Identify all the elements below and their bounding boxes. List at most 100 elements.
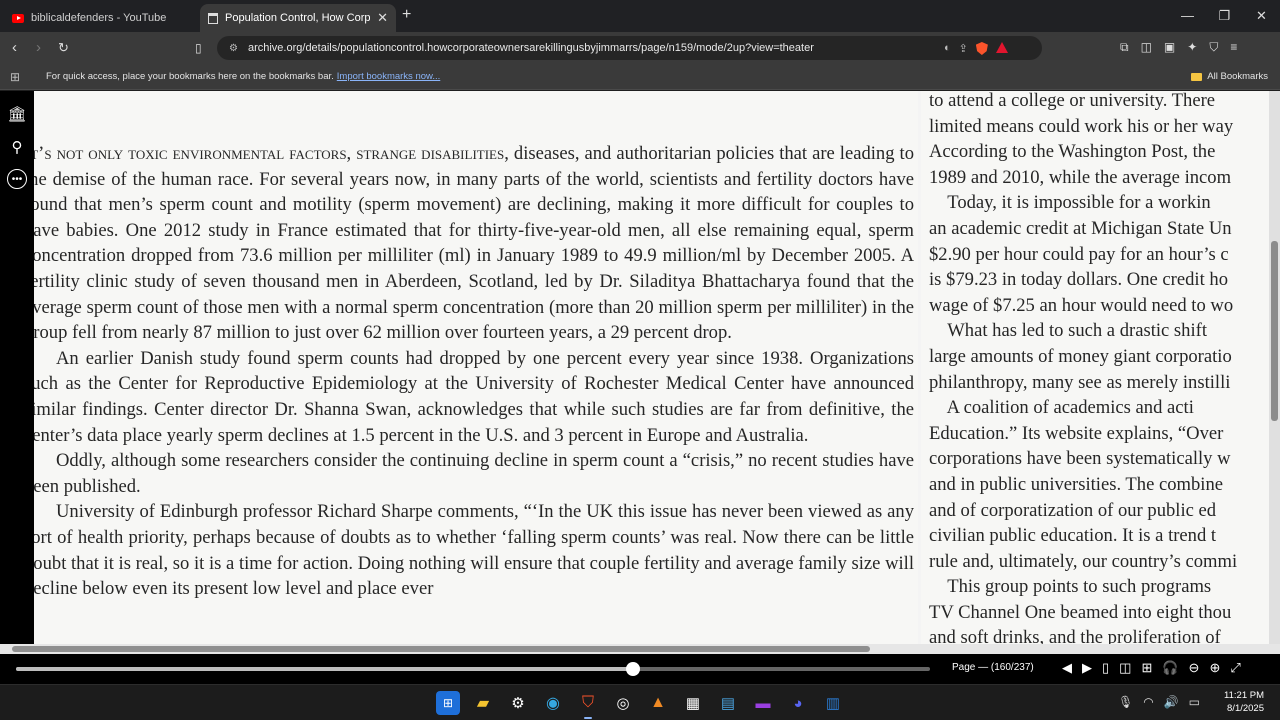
- import-bookmarks-link[interactable]: Import bookmarks now...: [337, 71, 440, 82]
- vpn-icon[interactable]: ⛉: [1209, 40, 1218, 55]
- steam-icon[interactable]: ⚙: [506, 691, 530, 715]
- paragraph: It’s not only toxic environmental factor…: [34, 141, 914, 346]
- forward-icon[interactable]: ›: [36, 38, 41, 58]
- previous-page-icon[interactable]: ◀: [1062, 660, 1072, 676]
- vertical-scrollbar[interactable]: [1269, 91, 1280, 644]
- paragraph: Oddly, although some researchers conside…: [34, 450, 914, 497]
- right-page-line: and in public universities. The combine: [929, 473, 1223, 495]
- right-page-line: This group points to such programs: [929, 576, 1212, 598]
- tab-archive-book[interactable]: Population Control, How Corpor ✕: [200, 4, 396, 32]
- clock[interactable]: 11:21 PM 8/1/2025: [1224, 689, 1264, 715]
- all-bookmarks-label: All Bookmarks: [1207, 71, 1268, 82]
- right-page-line: philanthropy, many see as merely instill…: [929, 371, 1231, 393]
- clock-date: 8/1/2025: [1227, 703, 1264, 714]
- close-tab-icon[interactable]: ✕: [377, 10, 388, 26]
- paragraph: University of Edinburgh professor Richar…: [34, 501, 914, 600]
- cast-icon[interactable]: ⧉: [1120, 40, 1129, 55]
- sidebar-icon[interactable]: ◫: [1141, 40, 1152, 55]
- left-page[interactable]: It’s not only toxic environmental factor…: [34, 91, 918, 644]
- address-bar[interactable]: ⚙ archive.org/details/populationcontrol.…: [217, 36, 1042, 60]
- search-icon[interactable]: ⚲: [6, 136, 28, 158]
- right-page-line: limited means could work his or her way: [929, 115, 1234, 137]
- more-options-icon[interactable]: •••: [7, 169, 27, 189]
- all-bookmarks-button[interactable]: All Bookmarks: [1191, 71, 1268, 82]
- apps-grid-icon[interactable]: ⊞: [10, 70, 20, 84]
- navigation-bar: ‹ › ↻ ▯ ⚙ archive.org/details/population…: [0, 32, 1280, 64]
- clock-time: 11:21 PM: [1224, 690, 1264, 701]
- youtube-icon: [12, 13, 24, 23]
- bookmarks-hint-text: For quick access, place your bookmarks h…: [46, 71, 334, 82]
- vlc-icon[interactable]: ▲: [646, 691, 670, 715]
- notepad-icon[interactable]: ▤: [716, 691, 740, 715]
- brave-browser-icon[interactable]: ⛉: [576, 691, 600, 719]
- video-editor-icon[interactable]: ▬: [751, 691, 775, 715]
- maximize-icon[interactable]: ❐: [1206, 0, 1243, 32]
- horizontal-scrollbar[interactable]: [0, 644, 1280, 654]
- archive-page-icon: [208, 12, 218, 24]
- obs-icon[interactable]: ◎: [611, 691, 635, 715]
- page-slider[interactable]: [16, 662, 930, 676]
- brave-shields-icon[interactable]: [975, 42, 988, 55]
- right-page-line: $2.90 per hour could pay for an hour’s c: [929, 243, 1229, 265]
- small-caps-opening: t’s not only toxic environmental factors…: [34, 143, 505, 164]
- right-page-line: civilian public education. It is a trend…: [929, 525, 1217, 547]
- share-icon[interactable]: ⇪: [959, 42, 968, 55]
- extensions-icon[interactable]: ✦: [1187, 40, 1197, 55]
- right-page-line: corporations have been systematically w: [929, 448, 1231, 470]
- taskbar: ⊞ ▰ ⚙ ◉ ⛉ ◎ ▲ ▦ ▤ ▬ ◕ ▥ 🎙 ◠ 🔊 ▭ 11:21 PM…: [0, 684, 1280, 720]
- store-icon[interactable]: ▦: [681, 691, 705, 715]
- theme-icon[interactable]: ◐: [944, 42, 951, 55]
- right-page-line: is $79.23 in today dollars. One credit h…: [929, 269, 1228, 291]
- right-page-line: to attend a college or university. There: [929, 91, 1216, 111]
- zoom-in-icon[interactable]: ⊕: [1209, 660, 1220, 676]
- right-page[interactable]: to attend a college or university. There…: [921, 91, 1269, 644]
- edge-icon[interactable]: ◉: [541, 691, 565, 715]
- wallet-icon[interactable]: ▣: [1164, 40, 1175, 55]
- minimize-icon[interactable]: —: [1169, 0, 1206, 32]
- right-page-line: and of corporatization of our public ed: [929, 499, 1217, 521]
- reload-icon[interactable]: ↻: [58, 38, 69, 58]
- fullscreen-icon[interactable]: ⤢: [1230, 660, 1240, 676]
- bookmarks-hint: For quick access, place your bookmarks h…: [46, 71, 440, 82]
- viewer-buttons: ◀ ▶ ▯ ◫ ⊞ 🎧 ⊖ ⊕ ⤢: [1062, 660, 1241, 676]
- right-page-line: wage of $7.25 an hour would need to wo: [929, 294, 1234, 316]
- brave-rewards-icon[interactable]: [995, 42, 1008, 53]
- volume-icon[interactable]: 🔊: [1164, 695, 1179, 709]
- vertical-scroll-thumb[interactable]: [1271, 241, 1278, 421]
- right-page-line: Today, it is impossible for a workin: [929, 192, 1211, 214]
- taskbar-apps: ⊞ ▰ ⚙ ◉ ⛉ ◎ ▲ ▦ ▤ ▬ ◕ ▥: [436, 691, 845, 719]
- paragraph: An earlier Danish study found sperm coun…: [34, 347, 914, 446]
- two-page-view-icon[interactable]: ◫: [1119, 660, 1131, 676]
- bookmark-icon[interactable]: ▯: [195, 38, 202, 58]
- battery-icon[interactable]: ▭: [1189, 695, 1200, 709]
- tab-title: biblicaldefenders - YouTube: [31, 12, 167, 24]
- word-icon[interactable]: ▥: [821, 691, 845, 715]
- left-page-text: It’s not only toxic environmental factor…: [34, 141, 914, 602]
- read-aloud-icon[interactable]: 🎧: [1162, 660, 1178, 676]
- site-info-icon[interactable]: ⚙: [229, 43, 238, 54]
- zoom-out-icon[interactable]: ⊖: [1189, 660, 1200, 676]
- one-page-view-icon[interactable]: ▯: [1102, 660, 1109, 676]
- right-page-line: an academic credit at Michigan State Un: [929, 217, 1232, 239]
- start-menu-icon[interactable]: ⊞: [436, 691, 460, 715]
- menu-icon[interactable]: ≡: [1230, 40, 1237, 55]
- page-slider-knob[interactable]: [625, 662, 640, 676]
- file-explorer-icon[interactable]: ▰: [471, 691, 495, 715]
- back-icon[interactable]: ‹: [12, 38, 17, 58]
- thumbnail-view-icon[interactable]: ⊞: [1141, 660, 1152, 676]
- horizontal-scroll-thumb[interactable]: [12, 646, 870, 652]
- right-page-line: 1989 and 2010, while the average incom: [929, 166, 1232, 188]
- next-page-icon[interactable]: ▶: [1082, 660, 1092, 676]
- right-page-line: and soft drinks, and the proliferation o…: [929, 627, 1221, 644]
- toolbar-icons: ⧉ ◫ ▣ ✦ ⛉ ≡: [1120, 40, 1237, 55]
- tab-strip: biblicaldefenders - YouTube Population C…: [0, 0, 1280, 32]
- close-window-icon[interactable]: ✕: [1243, 0, 1280, 32]
- discord-icon[interactable]: ◕: [786, 691, 810, 715]
- microphone-icon[interactable]: 🎙: [1118, 695, 1133, 709]
- archive-sidebar: 🏛 ⚲ •••: [0, 91, 34, 644]
- tab-youtube[interactable]: biblicaldefenders - YouTube: [4, 4, 196, 32]
- page-slider-fill: [16, 667, 633, 671]
- new-tab-icon[interactable]: +: [402, 6, 411, 24]
- wifi-icon[interactable]: ◠: [1143, 695, 1153, 709]
- archive-logo-icon[interactable]: 🏛: [6, 103, 28, 125]
